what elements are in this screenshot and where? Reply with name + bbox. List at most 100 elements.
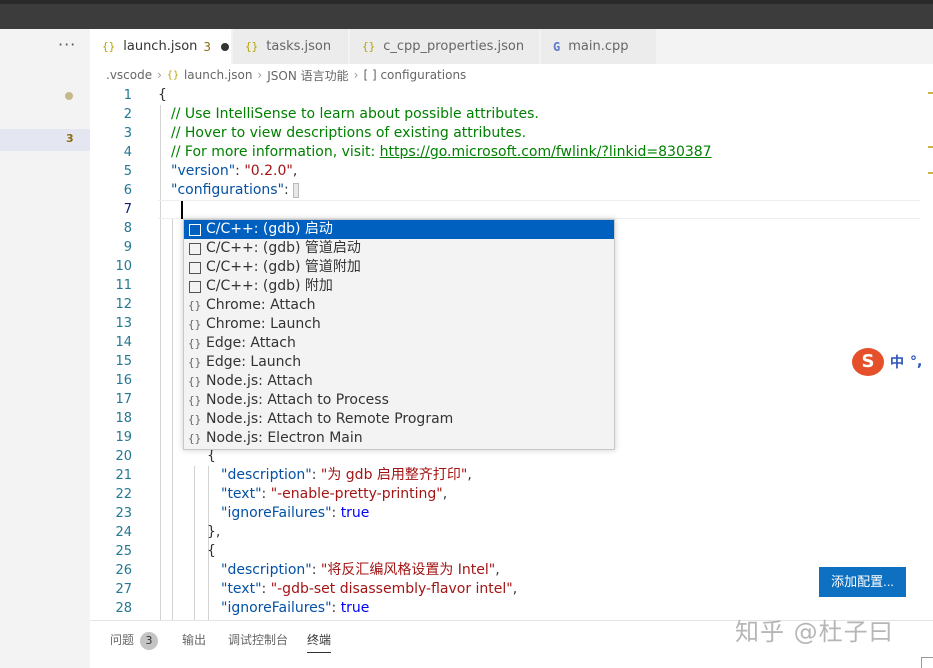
code-line: 7 bbox=[90, 200, 933, 219]
json-braces-icon: {} bbox=[188, 432, 202, 445]
line-number: 14 bbox=[115, 335, 132, 350]
line-number: 7 bbox=[123, 202, 132, 217]
suggest-item-label: Edge: Launch bbox=[206, 354, 302, 370]
line-number: 26 bbox=[115, 563, 132, 578]
json-string: "将反汇编风格设置为 Intel" bbox=[320, 562, 496, 578]
sogou-logo-icon[interactable]: S bbox=[852, 348, 884, 376]
line-number: 9 bbox=[123, 240, 132, 255]
code-line: 21 "description": "为 gdb 启用整齐打印", bbox=[90, 466, 933, 485]
tab-main-cpp[interactable]: G main.cpp bbox=[541, 29, 657, 64]
json-key: "ignoreFailures" bbox=[221, 600, 332, 616]
suggest-item-label: Chrome: Attach bbox=[206, 297, 316, 313]
resize-corner[interactable] bbox=[921, 657, 933, 668]
suggest-item-label: Node.js: Attach to Remote Program bbox=[206, 411, 454, 427]
unsaved-dot-icon[interactable] bbox=[221, 42, 230, 51]
json-string: "-gdb-set disassembly-flavor intel" bbox=[270, 581, 513, 597]
suggest-item-label: C/C++: (gdb) 管道启动 bbox=[206, 240, 361, 256]
problems-count-badge: 3 bbox=[140, 632, 159, 650]
line-number: 28 bbox=[115, 601, 132, 616]
more-actions-icon[interactable]: ··· bbox=[58, 35, 76, 54]
code-line: 24}, bbox=[90, 523, 933, 542]
tab-label: tasks.json bbox=[266, 39, 332, 54]
tab-c-cpp-properties-json[interactable]: {} c_cpp_properties.json bbox=[350, 29, 540, 64]
suggest-item-label: Edge: Attach bbox=[206, 335, 296, 351]
suggest-item-label: Node.js: Attach to Process bbox=[206, 392, 389, 408]
suggest-item[interactable]: {} Chrome: Launch bbox=[184, 315, 614, 334]
json-comma: , bbox=[495, 562, 500, 578]
suggest-item[interactable]: {} Edge: Attach bbox=[184, 334, 614, 353]
suggest-item[interactable]: C/C++: (gdb) 管道启动 bbox=[184, 239, 614, 258]
tab-problems[interactable]: 问题 3 bbox=[110, 631, 159, 653]
intellisense-suggest-widget[interactable]: C/C++: (gdb) 启动 C/C++: (gdb) 管道启动 C/C++:… bbox=[183, 219, 615, 450]
line-number: 21 bbox=[115, 468, 132, 483]
code-line: 5 "version": "0.2.0", bbox=[90, 162, 933, 181]
json-string: "-enable-pretty-printing" bbox=[270, 486, 443, 502]
add-configuration-button[interactable]: 添加配置... bbox=[819, 567, 906, 597]
tab-debug-console[interactable]: 调试控制台 bbox=[228, 631, 288, 653]
suggest-item[interactable]: {} Node.js: Attach bbox=[184, 372, 614, 391]
code-line: 27 "text": "-gdb-set disassembly-flavor i… bbox=[90, 580, 933, 599]
suggest-item-label: Node.js: Attach bbox=[206, 373, 313, 389]
suggest-item-label: C/C++: (gdb) 启动 bbox=[206, 221, 333, 237]
snippet-box-icon bbox=[189, 224, 201, 236]
suggest-item[interactable]: C/C++: (gdb) 管道附加 bbox=[184, 258, 614, 277]
json-comma: , bbox=[467, 467, 472, 483]
line-number: 5 bbox=[123, 164, 132, 179]
code-line: 3 // Hover to view descriptions of existi… bbox=[90, 124, 933, 143]
line-number: 19 bbox=[115, 430, 132, 445]
sidebar-selected-row[interactable]: 3 bbox=[0, 129, 90, 151]
title-bar-strip bbox=[0, 0, 933, 4]
chevron-right-icon: › bbox=[353, 68, 359, 82]
json-braces-icon: {} bbox=[188, 356, 202, 369]
tab-terminal[interactable]: 终端 bbox=[307, 631, 332, 653]
breadcrumb-item-json-language[interactable]: JSON 语言功能 bbox=[267, 67, 348, 84]
ime-punctuation-toggle[interactable]: °, bbox=[910, 354, 922, 370]
line-number: 25 bbox=[115, 544, 132, 559]
tab-launch-json[interactable]: {} launch.json 3 bbox=[90, 29, 232, 64]
explorer-sidebar: ··· 3 bbox=[0, 29, 90, 668]
code-text: { bbox=[158, 87, 167, 103]
breadcrumb-item-launch-json[interactable]: launch.json bbox=[184, 68, 252, 82]
suggest-item-label: Node.js: Electron Main bbox=[206, 430, 363, 446]
tab-label: c_cpp_properties.json bbox=[383, 39, 525, 54]
suggest-item-label: Chrome: Launch bbox=[206, 316, 321, 332]
line-number: 16 bbox=[115, 373, 132, 388]
json-comma: , bbox=[442, 486, 448, 502]
tab-tasks-json[interactable]: {} tasks.json bbox=[233, 29, 349, 64]
suggest-item[interactable]: {} Edge: Launch bbox=[184, 353, 614, 372]
json-braces-icon: {} bbox=[188, 413, 202, 426]
suggest-item[interactable]: {} Chrome: Attach bbox=[184, 296, 614, 315]
json-string: "为 gdb 启用整齐打印" bbox=[320, 467, 468, 483]
json-colon: : bbox=[235, 163, 245, 179]
ime-language-toggle[interactable]: 中 bbox=[890, 352, 904, 372]
snippet-box-icon bbox=[189, 262, 201, 274]
line-number: 22 bbox=[115, 487, 132, 502]
json-colon: : bbox=[261, 486, 271, 502]
json-key: "ignoreFailures" bbox=[221, 505, 332, 521]
fwlink-url[interactable]: https://go.microsoft.com/fwlink/?linkid=… bbox=[380, 144, 712, 160]
tab-output[interactable]: 输出 bbox=[182, 631, 206, 653]
suggest-item-label: C/C++: (gdb) 附加 bbox=[206, 278, 333, 294]
ime-toolbar[interactable]: S 中 °, bbox=[852, 347, 933, 377]
breadcrumb-item-configurations[interactable]: [ ] configurations bbox=[363, 68, 466, 82]
tab-problem-badge: 3 bbox=[203, 39, 212, 54]
line-number: 17 bbox=[115, 392, 132, 407]
suggest-item[interactable]: {} Node.js: Attach to Process bbox=[184, 391, 614, 410]
line-number: 11 bbox=[115, 278, 132, 293]
json-key: "text" bbox=[221, 581, 262, 597]
snippet-box-icon bbox=[189, 243, 201, 255]
ruler-mark bbox=[928, 92, 933, 94]
json-braces-icon: {} bbox=[188, 318, 202, 331]
tab-label: 问题 bbox=[110, 633, 135, 647]
code-line: 23 "ignoreFailures": true bbox=[90, 504, 933, 523]
suggest-item[interactable]: C/C++: (gdb) 附加 bbox=[184, 277, 614, 296]
suggest-item[interactable]: C/C++: (gdb) 启动 bbox=[184, 220, 614, 239]
suggest-item[interactable]: {} Node.js: Attach to Remote Program bbox=[184, 410, 614, 429]
breadcrumb-item-vscode[interactable]: .vscode bbox=[106, 68, 152, 82]
json-colon: : bbox=[261, 581, 271, 597]
json-comma: , bbox=[292, 163, 298, 179]
code-comment: // Use IntelliSense to learn about possi… bbox=[171, 106, 539, 122]
suggest-item[interactable]: {} Node.js: Electron Main bbox=[184, 429, 614, 448]
code-line: 6 "configurations": bbox=[90, 181, 933, 200]
json-file-icon: {} bbox=[362, 40, 376, 53]
